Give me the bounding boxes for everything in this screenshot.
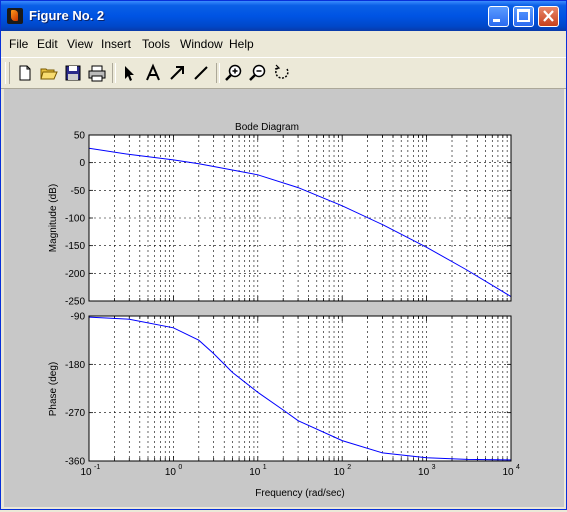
menu-help[interactable]: Help xyxy=(229,37,254,51)
matlab-app-icon[interactable] xyxy=(7,8,23,24)
x-tick-label: 10 xyxy=(334,467,346,478)
x-tick-exponent: 3 xyxy=(432,464,436,471)
menu-window[interactable]: Window xyxy=(180,37,223,51)
phase-ylabel: Phase (deg) xyxy=(48,362,59,416)
insert-line-icon[interactable] xyxy=(191,63,211,83)
select-arrow-icon[interactable] xyxy=(119,63,139,83)
y-tick-label: -200 xyxy=(65,269,85,280)
x-tick-label: 10 xyxy=(249,467,261,478)
x-tick-exponent: 1 xyxy=(263,464,267,471)
print-icon[interactable] xyxy=(87,63,107,83)
x-tick-label: 10 xyxy=(165,467,177,478)
new-file-icon[interactable] xyxy=(15,63,35,83)
frequency-xlabel: Frequency (rad/sec) xyxy=(255,488,344,499)
x-tick-label: 10 xyxy=(418,467,430,478)
maximize-button[interactable] xyxy=(513,6,534,27)
x-tick-exponent: 4 xyxy=(516,464,520,471)
y-tick-label: 50 xyxy=(74,131,86,142)
menu-insert[interactable]: Insert xyxy=(101,37,131,51)
toolbar-grip[interactable] xyxy=(5,62,10,84)
plot-title: Bode Diagram xyxy=(235,122,299,133)
toolbar-separator xyxy=(216,63,220,83)
magnitude-axes[interactable] xyxy=(88,134,512,302)
x-tick-label: 10 xyxy=(502,467,514,478)
figure-window: Figure No. 2 File Edit View Insert Tools… xyxy=(0,0,567,510)
y-tick-label: -50 xyxy=(71,186,86,197)
y-tick-label: -90 xyxy=(71,312,86,323)
menu-edit[interactable]: Edit xyxy=(37,37,58,51)
toolbar-separator xyxy=(112,63,116,83)
x-tick-label: 10 xyxy=(80,467,92,478)
figure-canvas: Bode Diagram Magnitude (dB) 50 0 -50 -100 -1… xyxy=(4,89,564,507)
magnitude-ylabel: Magnitude (dB) xyxy=(48,184,59,252)
y-tick-label: -180 xyxy=(65,360,85,371)
close-icon xyxy=(543,10,554,22)
rotate-icon[interactable] xyxy=(272,63,292,83)
insert-arrow-icon[interactable] xyxy=(167,63,187,83)
insert-text-icon[interactable] xyxy=(143,63,163,83)
minimize-button[interactable] xyxy=(488,6,509,27)
phase-axes[interactable] xyxy=(88,315,512,462)
toolbar xyxy=(1,57,566,89)
y-tick-label: -150 xyxy=(65,241,85,252)
close-button[interactable] xyxy=(538,6,559,27)
menu-file[interactable]: File xyxy=(9,37,28,51)
menu-bar: File Edit View Insert Tools Window Help xyxy=(1,32,566,54)
y-tick-label: -360 xyxy=(65,457,85,468)
minimize-icon xyxy=(493,19,500,22)
save-icon[interactable] xyxy=(63,63,83,83)
bode-plot: Bode Diagram Magnitude (dB) 50 0 -50 -100 -1… xyxy=(48,122,520,499)
menu-tools[interactable]: Tools xyxy=(142,37,170,51)
y-tick-label: -100 xyxy=(65,214,85,225)
y-tick-label: 0 xyxy=(79,158,85,169)
y-tick-label: -250 xyxy=(65,297,85,308)
menu-view[interactable]: View xyxy=(67,37,93,51)
x-tick-exponent: 2 xyxy=(347,464,351,471)
y-tick-label: -270 xyxy=(65,408,85,419)
zoom-out-icon[interactable] xyxy=(248,63,268,83)
x-tick-exponent: 0 xyxy=(178,464,182,471)
title-bar[interactable]: Figure No. 2 xyxy=(1,1,566,31)
window-title: Figure No. 2 xyxy=(29,8,105,23)
x-tick-exponent: -1 xyxy=(94,464,100,471)
open-folder-icon[interactable] xyxy=(39,63,59,83)
zoom-in-icon[interactable] xyxy=(224,63,244,83)
phase-axes-background xyxy=(89,316,511,461)
maximize-icon xyxy=(517,9,530,22)
